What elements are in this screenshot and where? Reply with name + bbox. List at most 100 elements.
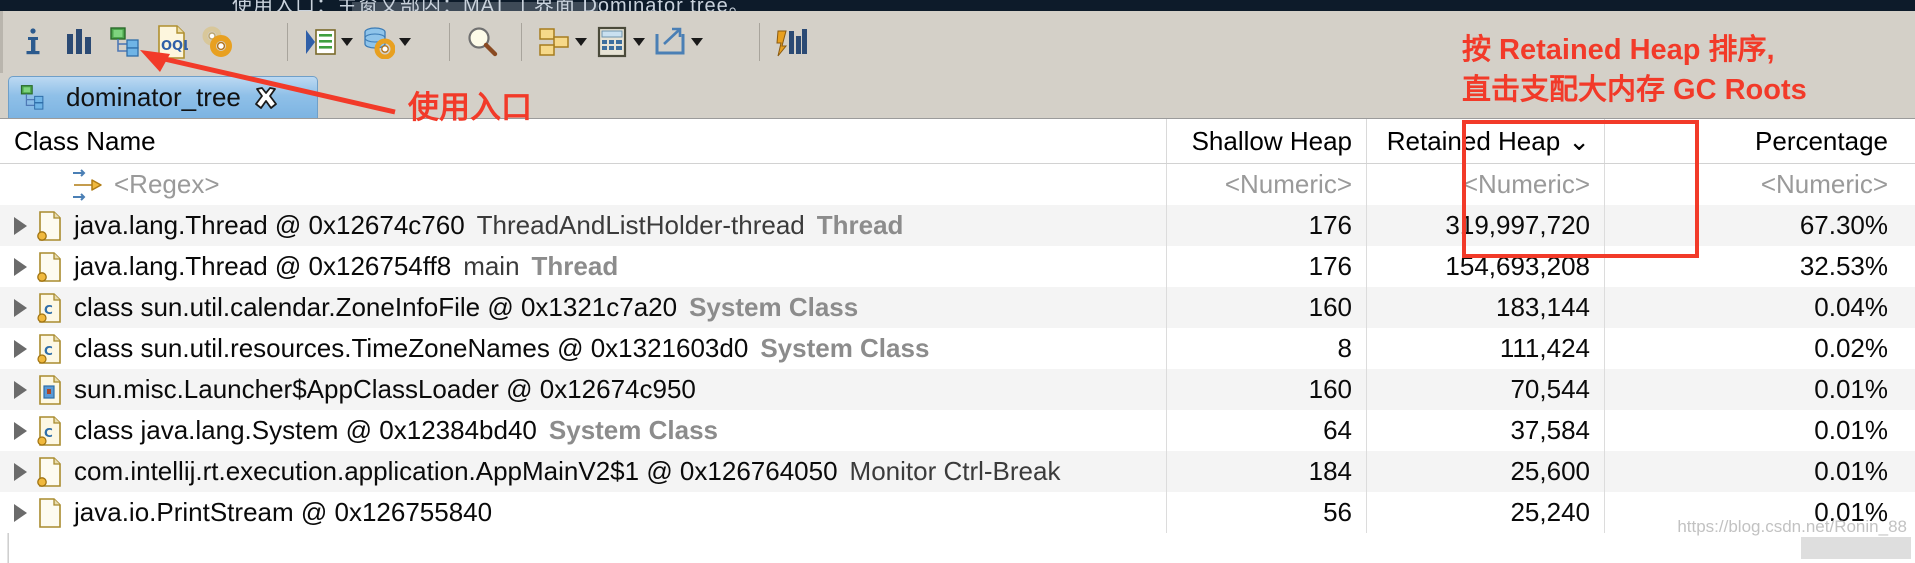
class-name-text: class java.lang.System @ 0x12384bd40: [74, 415, 537, 445]
expand-triangle-icon[interactable]: [14, 339, 27, 358]
chevron-down-icon: ⌄: [1568, 125, 1590, 156]
tab-strip: dominator_tree: [0, 73, 1915, 118]
dominator-tree-icon[interactable]: [102, 19, 148, 65]
cell-shallow-heap: 184: [1166, 451, 1366, 492]
oql-icon[interactable]: OQL: [148, 19, 194, 65]
cell-retained-heap: 183,144: [1366, 287, 1604, 328]
filter-regex-input[interactable]: <Regex>: [114, 169, 220, 200]
toolbar-separator: [449, 23, 450, 61]
cell-shallow-heap: 160: [1166, 369, 1366, 410]
toolbar-drag-handle[interactable]: [0, 11, 3, 73]
cell-percentage: 0.04%: [1604, 287, 1902, 328]
cell-retained-heap: 70,544: [1366, 369, 1604, 410]
tab-dominator-tree[interactable]: dominator_tree: [8, 76, 318, 118]
table-row[interactable]: sun.misc.Launcher$AppClassLoader @ 0x126…: [0, 369, 1915, 410]
class-name-text: java.io.PrintStream @ 0x126755840: [74, 497, 493, 527]
table-row[interactable]: java.io.PrintStream @ 0x126755840 56 25,24…: [0, 492, 1915, 533]
banner-text: 使用入口：主窗文部内：MAT 工界面 Dominator tree。: [232, 0, 750, 11]
toolbar-separator: [521, 23, 522, 61]
object-instance-icon: [34, 456, 64, 488]
cell-shallow-heap: 56: [1166, 492, 1366, 533]
cell-class-name: com.intellij.rt.execution.application.Ap…: [0, 451, 1166, 492]
cell-percentage: 0.01%: [1604, 369, 1902, 410]
column-header-percentage[interactable]: Percentage: [1604, 119, 1902, 163]
run-expert-system-icon[interactable]: [297, 19, 343, 65]
query-browser-dropdown-arrow[interactable]: [397, 19, 413, 65]
export-icon[interactable]: [647, 19, 693, 65]
table-header-row: Class Name Shallow Heap Retained Heap ⌄ …: [0, 119, 1915, 164]
expand-triangle-icon[interactable]: [14, 421, 27, 440]
class-name-text: java.lang.Thread @ 0x126754ff8: [74, 251, 452, 281]
expand-triangle-icon[interactable]: [14, 503, 27, 522]
object-type-tag: System Class: [548, 415, 718, 445]
compare-icon[interactable]: [769, 19, 815, 65]
object-instance-icon: [34, 251, 64, 283]
class-name-text: class sun.util.calendar.ZoneInfoFile @ 0…: [74, 292, 678, 322]
cell-class-name: java.lang.Thread @ 0x126754ff8 main Thread: [0, 246, 1166, 287]
toolbar-separator: [287, 23, 288, 61]
object-type-tag: Thread: [816, 210, 904, 240]
filter-shallow-heap-input[interactable]: <Numeric>: [1166, 164, 1366, 205]
cell-shallow-heap: 64: [1166, 410, 1366, 451]
run-expert-system-dropdown-arrow[interactable]: [339, 19, 355, 65]
tab-label: dominator_tree: [66, 82, 241, 112]
cell-class-name: Cclass sun.util.calendar.ZoneInfoFile @ …: [0, 287, 1166, 328]
table-row[interactable]: Cclass sun.util.calendar.ZoneInfoFile @ …: [0, 287, 1915, 328]
cell-class-name: java.lang.Thread @ 0x12674c760 ThreadAndL…: [0, 205, 1166, 246]
column-header-shallow-heap[interactable]: Shallow Heap: [1166, 119, 1366, 163]
cell-percentage: 0.01%: [1604, 451, 1902, 492]
cell-shallow-heap: 160: [1166, 287, 1366, 328]
class-name-text: class sun.util.resources.TimeZoneNames @…: [74, 333, 749, 363]
dominator-tree-table: Class Name Shallow Heap Retained Heap ⌄ …: [0, 118, 1915, 563]
column-header-retained-heap-label: Retained Heap: [1386, 125, 1561, 156]
cut-off-title-banner: 使用入口：主窗文部内：MAT 工界面 Dominator tree。: [0, 0, 1915, 11]
dominator-tree-icon: [19, 83, 47, 113]
close-icon[interactable]: [253, 85, 279, 111]
export-dropdown-arrow[interactable]: [689, 19, 705, 65]
cell-shallow-heap: 8: [1166, 328, 1366, 369]
expand-triangle-icon[interactable]: [14, 462, 27, 481]
class-name-text: sun.misc.Launcher$AppClassLoader @ 0x126…: [74, 374, 696, 404]
cell-retained-heap: 154,693,208: [1366, 246, 1604, 287]
class-name-text: java.lang.Thread @ 0x12674c760: [74, 210, 465, 240]
class-icon: C: [34, 292, 64, 324]
class-icon: C: [34, 333, 64, 365]
gears-icon[interactable]: [194, 19, 240, 65]
expand-triangle-icon[interactable]: [14, 380, 27, 399]
instance-label-text: main: [463, 251, 520, 281]
object-type-tag: System Class: [689, 292, 859, 322]
cell-percentage: 32.53%: [1604, 246, 1902, 287]
plain-object-icon: [34, 497, 64, 529]
table-row[interactable]: Cclass sun.util.resources.TimeZoneNames …: [0, 328, 1915, 369]
expand-triangle-icon[interactable]: [14, 298, 27, 317]
instance-label-text: ThreadAndListHolder-thread: [476, 210, 805, 240]
object-instance-icon: [34, 210, 64, 242]
table-row[interactable]: Cclass java.lang.System @ 0x12384bd40 Sys…: [0, 410, 1915, 451]
object-type-tag: System Class: [760, 333, 930, 363]
search-icon[interactable]: [459, 19, 505, 65]
cell-retained-heap: 111,424: [1366, 328, 1604, 369]
calculator-icon[interactable]: [589, 19, 635, 65]
svg-text:OQL: OQL: [161, 39, 188, 54]
cell-shallow-heap: 176: [1166, 205, 1366, 246]
cell-class-name: java.io.PrintStream @ 0x126755840: [0, 492, 1166, 533]
calculator-dropdown-arrow[interactable]: [631, 19, 647, 65]
filter-retained-heap-input[interactable]: <Numeric>: [1366, 164, 1604, 205]
info-icon[interactable]: [10, 19, 56, 65]
column-header-class-name[interactable]: Class Name: [0, 119, 1166, 163]
cell-percentage: 0.01%: [1604, 410, 1902, 451]
group-by-dropdown-arrow[interactable]: [573, 19, 589, 65]
table-row[interactable]: java.lang.Thread @ 0x126754ff8 main Thread…: [0, 246, 1915, 287]
histogram-icon[interactable]: [56, 19, 102, 65]
query-browser-icon[interactable]: [355, 19, 401, 65]
filter-cell-class-name[interactable]: <Regex>: [0, 164, 1166, 205]
filter-percentage-input[interactable]: <Numeric>: [1604, 164, 1902, 205]
table-row[interactable]: com.intellij.rt.execution.application.Ap…: [0, 451, 1915, 492]
expand-triangle-icon[interactable]: [14, 257, 27, 276]
expand-triangle-icon[interactable]: [14, 216, 27, 235]
instance-label-text: Monitor Ctrl-Break: [849, 456, 1061, 486]
column-header-retained-heap[interactable]: Retained Heap ⌄: [1366, 119, 1604, 163]
classloader-icon: [34, 374, 64, 406]
group-by-icon[interactable]: [531, 19, 577, 65]
table-row[interactable]: java.lang.Thread @ 0x12674c760 ThreadAndL…: [0, 205, 1915, 246]
